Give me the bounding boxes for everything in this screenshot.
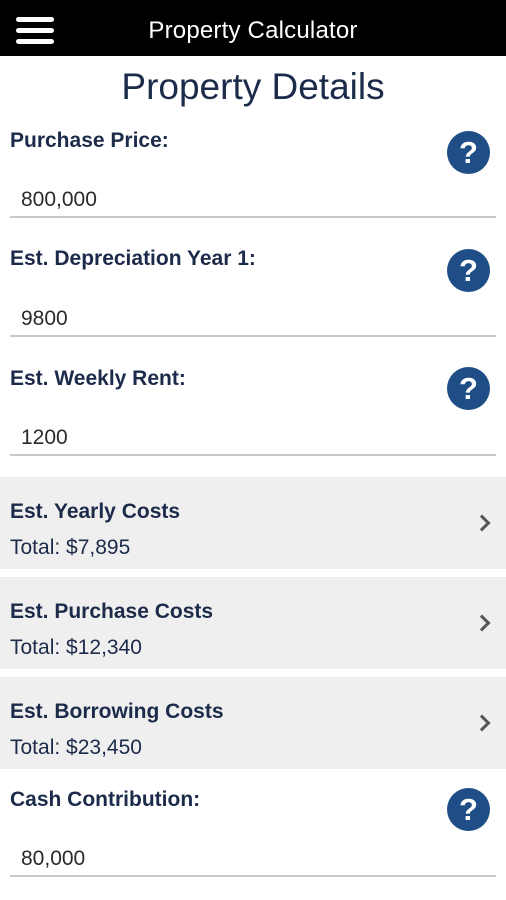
purchase-costs-title: Est. Purchase Costs — [10, 600, 214, 623]
borrowing-costs-total: Total: $23,450 — [10, 736, 142, 759]
app-header: Property Calculator — [0, 0, 506, 56]
cash-contribution-label: Cash Contribution: — [10, 788, 201, 811]
purchase-price-label: Purchase Price: — [10, 129, 169, 152]
purchase-price-help-icon[interactable]: ? — [447, 131, 490, 174]
depreciation-label: Est. Depreciation Year 1: — [10, 247, 256, 270]
chevron-right-icon — [473, 614, 491, 632]
purchase-costs-section[interactable]: Est. Purchase Costs Total: $12,340 — [0, 577, 506, 669]
purchase-costs-total: Total: $12,340 — [10, 636, 142, 659]
chevron-right-icon — [473, 514, 491, 532]
chevron-right-icon — [473, 714, 491, 732]
depreciation-field: Est. Depreciation Year 1: ? — [0, 247, 506, 349]
yearly-costs-title: Est. Yearly Costs — [10, 500, 181, 523]
page-title: Property Details — [121, 66, 385, 107]
weekly-rent-label: Est. Weekly Rent: — [10, 367, 186, 390]
cash-contribution-field: Cash Contribution: ? — [0, 788, 506, 890]
weekly-rent-help-icon[interactable]: ? — [447, 367, 490, 410]
purchase-price-input[interactable] — [10, 184, 496, 218]
yearly-costs-total: Total: $7,895 — [10, 536, 131, 559]
weekly-rent-input[interactable] — [10, 422, 496, 456]
borrowing-costs-title: Est. Borrowing Costs — [10, 700, 224, 723]
borrowing-costs-section[interactable]: Est. Borrowing Costs Total: $23,450 — [0, 677, 506, 769]
cash-contribution-input[interactable] — [10, 843, 496, 877]
depreciation-input[interactable] — [10, 303, 496, 337]
app-title: Property Calculator — [148, 17, 358, 44]
purchase-price-field: Purchase Price: ? — [0, 129, 506, 231]
depreciation-help-icon[interactable]: ? — [447, 249, 490, 292]
cash-contribution-help-icon[interactable]: ? — [447, 788, 490, 831]
yearly-costs-section[interactable]: Est. Yearly Costs Total: $7,895 — [0, 477, 506, 569]
weekly-rent-field: Est. Weekly Rent: ? — [0, 367, 506, 469]
